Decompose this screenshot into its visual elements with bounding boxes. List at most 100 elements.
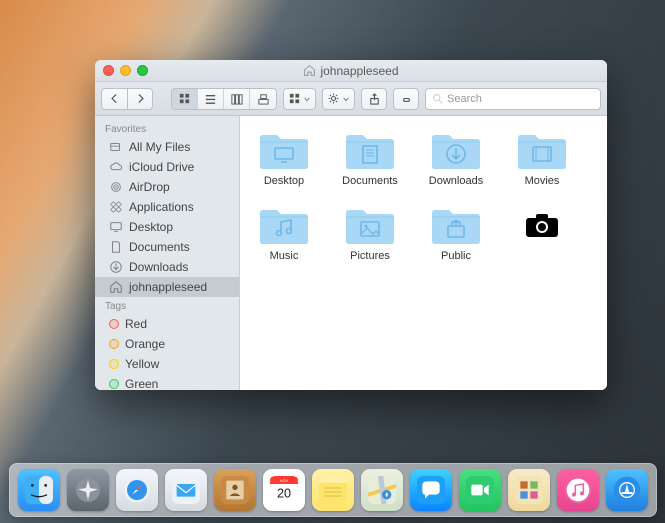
- grid-icon: [178, 92, 191, 105]
- sidebar-item-all-my-files[interactable]: All My Files: [95, 137, 239, 157]
- folder-pictures[interactable]: Pictures: [334, 203, 406, 262]
- dock-maps[interactable]: [361, 469, 403, 511]
- sidebar-tag-yellow[interactable]: Yellow: [95, 354, 239, 374]
- search-icon: [432, 93, 443, 104]
- finder-window: johnappleseed Search F: [95, 60, 607, 390]
- sidebar-item-desktop[interactable]: Desktop: [95, 217, 239, 237]
- minimize-button[interactable]: [120, 65, 131, 76]
- sidebar-item-label: AirDrop: [129, 180, 170, 194]
- tag-dot-icon: [109, 359, 119, 369]
- documents-icon: [109, 240, 123, 254]
- sidebar-item-label: iCloud Drive: [129, 160, 194, 174]
- dock-launchpad[interactable]: [67, 469, 109, 511]
- dock: NOV 20: [9, 463, 657, 517]
- view-coverflow-button[interactable]: [250, 89, 276, 109]
- coverflow-icon: [257, 92, 270, 105]
- home-icon: [109, 280, 123, 294]
- desktop-icon: [109, 220, 123, 234]
- sidebar-section-tags: Tags: [95, 297, 239, 314]
- content-area[interactable]: Desktop Documents Downloads Movies Music…: [240, 116, 607, 390]
- tags-icon: [400, 92, 413, 105]
- sidebar-item-label: johnappleseed: [129, 280, 207, 294]
- sidebar-item-applications[interactable]: Applications: [95, 197, 239, 217]
- dropdown-icon: [303, 95, 311, 103]
- sidebar-item-downloads[interactable]: Downloads: [95, 257, 239, 277]
- dock-finder[interactable]: [18, 469, 60, 511]
- folder-icon: [343, 203, 397, 247]
- tag-dot-icon: [109, 379, 119, 389]
- folder-public[interactable]: Public: [420, 203, 492, 262]
- edit-tags-button[interactable]: [393, 88, 419, 110]
- dock-itunes[interactable]: [557, 469, 599, 511]
- dock-calendar[interactable]: NOV 20: [263, 469, 305, 511]
- dock-messages[interactable]: [410, 469, 452, 511]
- folder-downloads[interactable]: Downloads: [420, 128, 492, 187]
- folder-label: Public: [441, 250, 471, 262]
- folder-icon: [429, 203, 483, 247]
- dock-mail[interactable]: [165, 469, 207, 511]
- list-icon: [204, 92, 217, 105]
- folder-icon: [343, 128, 397, 172]
- sidebar-tag-red[interactable]: Red: [95, 314, 239, 334]
- toolbar: Search: [95, 82, 607, 116]
- tag-dot-icon: [109, 319, 119, 329]
- cloud-icon: [109, 160, 123, 174]
- svg-text:NOV: NOV: [279, 478, 288, 483]
- sidebar-item-airdrop[interactable]: AirDrop: [95, 177, 239, 197]
- sidebar-item-label: Red: [125, 317, 147, 331]
- dock-safari[interactable]: [116, 469, 158, 511]
- home-icon: [303, 64, 316, 77]
- dock-appstore[interactable]: [606, 469, 648, 511]
- sidebar-item-label: Applications: [129, 200, 194, 214]
- folder-label: Music: [270, 250, 299, 262]
- search-placeholder: Search: [447, 93, 482, 105]
- sidebar-tag-green[interactable]: Green: [95, 374, 239, 390]
- all-my-files-icon: [109, 140, 123, 154]
- search-field[interactable]: Search: [425, 88, 601, 110]
- share-button[interactable]: [361, 88, 387, 110]
- sidebar-item-label: Green: [125, 377, 158, 390]
- sidebar-item-cloud[interactable]: iCloud Drive: [95, 157, 239, 177]
- chevron-right-icon: [134, 92, 147, 105]
- sidebar-tag-orange[interactable]: Orange: [95, 334, 239, 354]
- view-columns-button[interactable]: [224, 89, 250, 109]
- airdrop-icon: [109, 180, 123, 194]
- tag-dot-icon: [109, 339, 119, 349]
- chevron-left-icon: [108, 92, 121, 105]
- share-icon: [368, 92, 381, 105]
- folder-icon: [515, 128, 569, 172]
- sidebar-item-home[interactable]: johnappleseed: [95, 277, 239, 297]
- view-list-button[interactable]: [198, 89, 224, 109]
- sidebar-item-label: Documents: [129, 240, 190, 254]
- svg-text:20: 20: [276, 486, 290, 500]
- sidebar-item-label: Downloads: [129, 260, 188, 274]
- arrange-menu-button[interactable]: [283, 88, 316, 110]
- fullscreen-button[interactable]: [137, 65, 148, 76]
- dock-facetime[interactable]: [459, 469, 501, 511]
- folder-icon: [257, 203, 311, 247]
- folder-desktop[interactable]: Desktop: [248, 128, 320, 187]
- folder-documents[interactable]: Documents: [334, 128, 406, 187]
- close-button[interactable]: [103, 65, 114, 76]
- view-icon-button[interactable]: [172, 89, 198, 109]
- folder-icon: [257, 128, 311, 172]
- grid-small-icon: [288, 92, 301, 105]
- folder-label: Downloads: [429, 175, 483, 187]
- dropdown-icon: [342, 95, 350, 103]
- camera-icon: [524, 211, 560, 239]
- forward-button[interactable]: [127, 88, 153, 110]
- dock-photobooth[interactable]: [508, 469, 550, 511]
- columns-icon: [230, 92, 243, 105]
- folder-icon: [429, 128, 483, 172]
- dock-notes[interactable]: [312, 469, 354, 511]
- action-menu-button[interactable]: [322, 88, 355, 110]
- sidebar-item-label: Desktop: [129, 220, 173, 234]
- sidebar-item-documents[interactable]: Documents: [95, 237, 239, 257]
- dock-contacts[interactable]: [214, 469, 256, 511]
- back-button[interactable]: [101, 88, 127, 110]
- folder-label: Pictures: [350, 250, 390, 262]
- sidebar-item-label: Orange: [125, 337, 165, 351]
- folder-movies[interactable]: Movies: [506, 128, 578, 187]
- folder-music[interactable]: Music: [248, 203, 320, 262]
- titlebar[interactable]: johnappleseed: [95, 60, 607, 82]
